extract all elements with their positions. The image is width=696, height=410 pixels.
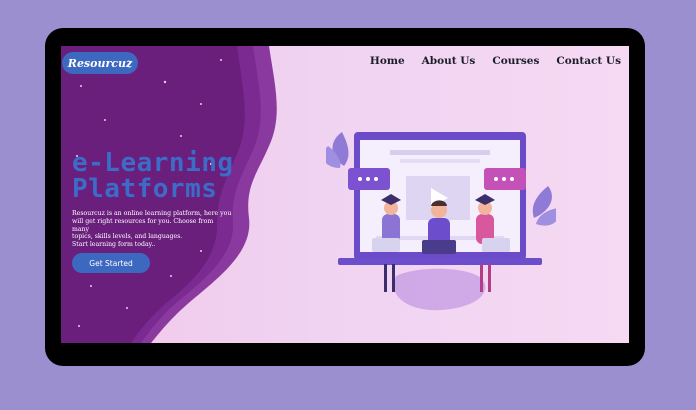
nav-about-us[interactable]: About Us (422, 55, 476, 67)
nav-home[interactable]: Home (370, 55, 405, 67)
hero-description-line: Resourcuz is an online learning platform… (72, 210, 232, 217)
top-navigation: Home About Us Courses Contact Us (370, 55, 621, 67)
hero-title: e-Learning Platforms (72, 150, 234, 202)
get-started-button[interactable]: Get Started (72, 253, 150, 273)
e-learning-illustration (326, 132, 556, 311)
hero-description-line: topics, skills levels, and languages. (72, 233, 183, 241)
hero-description-line: Start learning form today.. (72, 241, 156, 249)
hero-description: Resourcuz is an online learning platform… (72, 210, 232, 249)
nav-contact-us[interactable]: Contact Us (556, 55, 621, 67)
brand-logo[interactable]: Resourcuz (62, 52, 138, 74)
website-screen: Resourcuz Home About Us Courses Contact … (61, 46, 629, 343)
nav-courses[interactable]: Courses (492, 55, 539, 67)
hero-title-line-2: Platforms (72, 174, 218, 204)
hero-description-line: will get right resources for you. Choose… (72, 217, 214, 233)
hero-title-line-1: e-Learning (72, 148, 234, 178)
